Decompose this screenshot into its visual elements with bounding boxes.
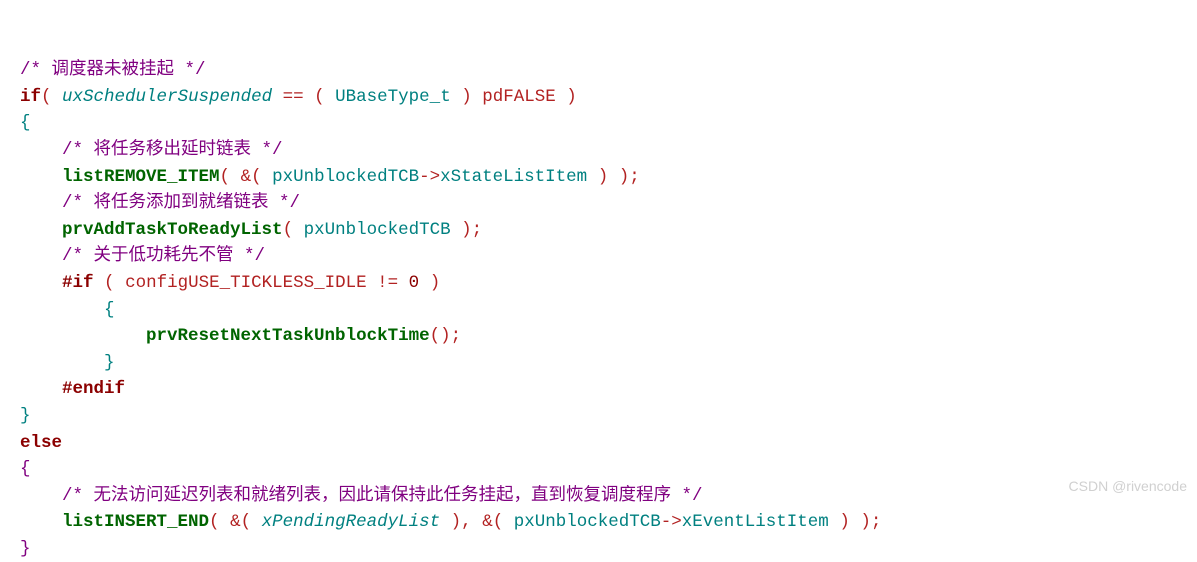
brace-close: }: [20, 539, 31, 559]
type-ubasetype: UBaseType_t: [335, 87, 451, 107]
paren-open: (: [41, 87, 52, 107]
paren-open: (: [220, 167, 231, 187]
paren-open: (: [314, 87, 325, 107]
comment-add-to-ready: /* 将任务添加到就绪链表 */: [62, 193, 300, 213]
member-xstatelistitem: xStateListItem: [440, 167, 587, 187]
literal-zero: 0: [409, 273, 420, 293]
addressof-open: &(: [230, 512, 251, 532]
identifier-pxunblockedtcb: pxUnblockedTCB: [304, 220, 451, 240]
paren-close: ): [566, 87, 577, 107]
paren-close: ): [839, 512, 850, 532]
semicolon: ;: [451, 326, 462, 346]
watermark-text: CSDN @rivencode: [1069, 476, 1187, 497]
arrow-op: ->: [419, 167, 440, 187]
const-pdfalse: pdFALSE: [482, 87, 556, 107]
semicolon: ;: [472, 220, 483, 240]
brace-close: }: [104, 353, 115, 373]
func-listinsertend: listINSERT_END: [62, 512, 209, 532]
func-listremoveitem: listREMOVE_ITEM: [62, 167, 220, 187]
paren-open: (: [430, 326, 441, 346]
code-block: /* 调度器未被挂起 */ if( uxSchedulerSuspended =…: [20, 60, 881, 559]
brace-open: {: [20, 459, 31, 479]
comma: ,: [461, 512, 472, 532]
brace-open: {: [104, 300, 115, 320]
func-prvaddtasktoreadylist: prvAddTaskToReadyList: [62, 220, 283, 240]
preproc-endif: #endif: [62, 379, 125, 399]
paren-close: ): [860, 512, 871, 532]
paren-close: ): [440, 326, 451, 346]
comment-low-power-ignore: /* 关于低功耗先不管 */: [62, 246, 265, 266]
func-prvresetnexttaskunblocktime: prvResetNextTaskUnblockTime: [146, 326, 430, 346]
brace-close: }: [20, 406, 31, 426]
comment-remove-from-delayed: /* 将任务移出延时链表 */: [62, 140, 283, 160]
semicolon: ;: [871, 512, 882, 532]
paren-close: ): [430, 273, 441, 293]
member-xeventlistitem: xEventListItem: [682, 512, 829, 532]
paren-close: ): [461, 220, 472, 240]
paren-close: ): [461, 87, 472, 107]
arrow-op: ->: [661, 512, 682, 532]
comment-scheduler-not-suspended: /* 调度器未被挂起 */: [20, 60, 206, 80]
preproc-if: #if: [62, 273, 94, 293]
paren-close: ): [451, 512, 462, 532]
config-use-tickless-idle: configUSE_TICKLESS_IDLE: [125, 273, 367, 293]
paren-close: ): [598, 167, 609, 187]
identifier-pxunblockedtcb: pxUnblockedTCB: [514, 512, 661, 532]
identifier-uxSchedulerSuspended: uxSchedulerSuspended: [62, 87, 272, 107]
paren-open: (: [209, 512, 220, 532]
paren-open: (: [104, 273, 115, 293]
identifier-pxunblockedtcb: pxUnblockedTCB: [272, 167, 419, 187]
identifier-xpendingreadylist: xPendingReadyList: [262, 512, 441, 532]
semicolon: ;: [629, 167, 640, 187]
addressof-open: &(: [482, 512, 503, 532]
brace-open: {: [20, 113, 31, 133]
addressof-open: &(: [241, 167, 262, 187]
operator-eq: ==: [283, 87, 304, 107]
keyword-else: else: [20, 433, 62, 453]
paren-open: (: [283, 220, 294, 240]
keyword-if: if: [20, 87, 41, 107]
operator-neq: !=: [377, 273, 398, 293]
paren-close: ): [619, 167, 630, 187]
